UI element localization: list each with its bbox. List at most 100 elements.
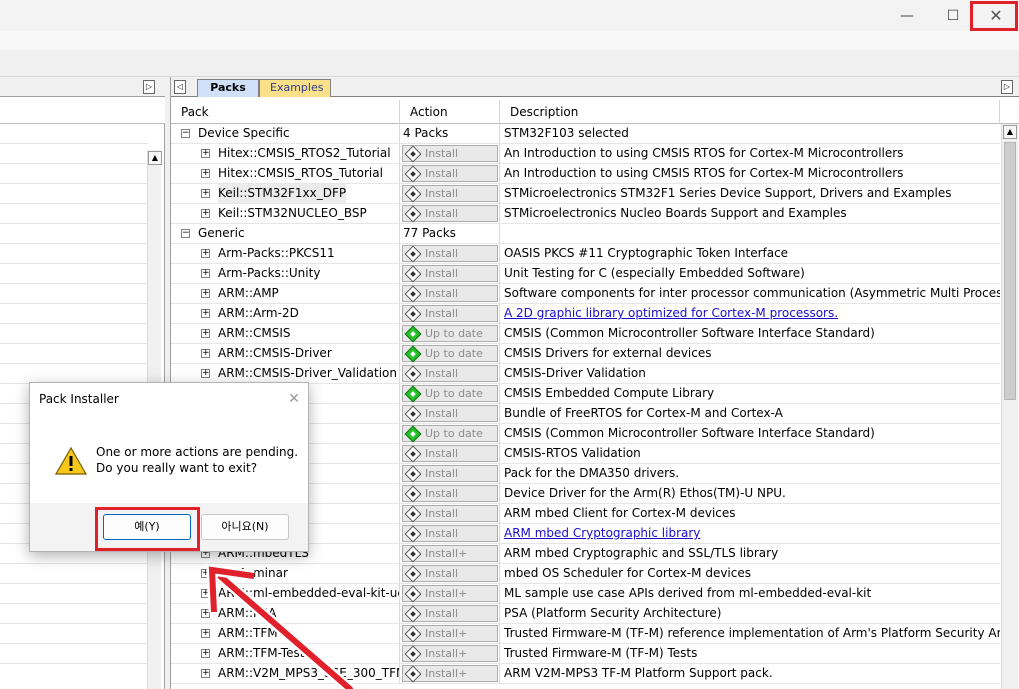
device-row[interactable] (0, 244, 148, 264)
device-row[interactable] (0, 184, 148, 204)
pack-action-button[interactable]: Up to date (402, 345, 498, 363)
column-action[interactable]: Action (400, 100, 500, 124)
expand-icon[interactable]: + (201, 169, 210, 178)
pack-name: ARM::CMSIS-Driver (218, 346, 332, 360)
scroll-up-icon[interactable]: ▲ (148, 151, 162, 165)
pack-row[interactable]: + ARM::CMSIS Up to date CMSIS (Common Micro… (171, 324, 1000, 344)
column-description[interactable]: Description (500, 100, 1000, 124)
pack-row[interactable]: + ARM::Arm-2D Install A 2D graphic library … (171, 304, 1000, 324)
device-row[interactable] (0, 584, 148, 604)
description-text: Bundle of FreeRTOS for Cortex-M and Cort… (504, 406, 783, 420)
pack-action-button[interactable]: Up to date (402, 385, 498, 403)
description-link[interactable]: A 2D graphic library optimized for Corte… (500, 304, 1000, 324)
expand-icon[interactable]: + (201, 269, 210, 278)
install-icon (404, 625, 422, 643)
no-button[interactable]: 아니요(N) (201, 514, 289, 540)
device-row[interactable] (0, 564, 148, 584)
up-to-date-icon (404, 425, 422, 443)
pack-action-button[interactable]: Install (402, 485, 498, 503)
device-row[interactable] (0, 224, 148, 244)
device-row[interactable] (0, 284, 148, 304)
pack-row[interactable]: + Keil::STM32F1xx_DFP Install STMicroelectr… (171, 184, 1000, 204)
device-row[interactable] (0, 324, 148, 344)
collapse-icon[interactable]: − (181, 229, 190, 238)
pack-action-button[interactable]: Install (402, 145, 498, 163)
device-row[interactable] (0, 124, 148, 144)
scroll-thumb[interactable] (1004, 142, 1016, 400)
expand-icon[interactable]: + (201, 209, 210, 218)
device-row[interactable] (0, 644, 148, 664)
pack-action-button[interactable]: Install+ (402, 665, 498, 683)
tab-scroll-left-icon[interactable]: ◁ (174, 80, 186, 94)
device-row[interactable] (0, 624, 148, 644)
device-row[interactable] (0, 204, 148, 224)
expand-icon[interactable]: + (201, 309, 210, 318)
packs-scrollbar[interactable]: ▲ (1001, 124, 1018, 689)
collapse-icon[interactable]: − (181, 129, 190, 138)
tab-scroll-right-icon[interactable]: ▷ (143, 80, 155, 94)
device-row[interactable] (0, 164, 148, 184)
pack-action-button[interactable]: Install (402, 465, 498, 483)
tab-examples[interactable]: Examples (259, 79, 331, 97)
pack-action-button[interactable]: Install (402, 305, 498, 323)
expand-icon[interactable]: + (201, 149, 210, 158)
pack-action-button[interactable]: Install (402, 405, 498, 423)
device-row[interactable] (0, 264, 148, 284)
device-row[interactable] (0, 144, 148, 164)
expand-icon[interactable]: + (201, 369, 210, 378)
tab-packs[interactable]: Packs (197, 79, 259, 97)
pack-action-button[interactable]: Up to date (402, 325, 498, 343)
pack-row[interactable]: − Device Specific 4 Packs STM32F103 selecte… (171, 124, 1000, 144)
pack-row[interactable]: + ARM::CMSIS-Driver Up to date CMSIS Driver… (171, 344, 1000, 364)
pack-action-button[interactable]: Install (402, 565, 498, 583)
action-label: Install (425, 527, 459, 540)
device-row[interactable] (0, 364, 148, 384)
action-label: Install+ (425, 547, 468, 560)
pack-action-button[interactable]: Install+ (402, 545, 498, 563)
expand-icon[interactable]: + (201, 249, 210, 258)
pack-action-button[interactable]: Install (402, 445, 498, 463)
description-link[interactable]: ARM mbed Cryptographic library (500, 524, 1000, 544)
expand-icon[interactable]: + (201, 349, 210, 358)
device-row[interactable] (0, 604, 148, 624)
pack-action-button[interactable]: Install (402, 245, 498, 263)
pack-action-button[interactable]: Install (402, 525, 498, 543)
pack-action-button[interactable]: Install (402, 505, 498, 523)
pack-row[interactable]: + Hitex::CMSIS_RTOS2_Tutorial Install An In… (171, 144, 1000, 164)
dialog-title-bar: Pack Installer ✕ (30, 383, 308, 415)
scroll-up-icon[interactable]: ▲ (1003, 125, 1017, 139)
packs-tab-strip: ◁ Packs Examples ▷ (171, 77, 1019, 97)
pack-row[interactable]: + ARM::AMP Install Software components for … (171, 284, 1000, 304)
pack-action-button[interactable]: Install (402, 365, 498, 383)
pack-row[interactable]: + ARM::CMSIS-Driver_Validation Install CMSI… (171, 364, 1000, 384)
pack-row[interactable]: + Arm-Packs::PKCS11 Install OASIS PKCS #11 … (171, 244, 1000, 264)
pack-action-button[interactable]: Install (402, 265, 498, 283)
column-pack[interactable]: Pack (171, 100, 400, 124)
description-text: Trusted Firmware-M (TF-M) reference impl… (504, 626, 1000, 640)
pack-action-button[interactable]: Install (402, 205, 498, 223)
pack-row[interactable]: + Arm-Packs::Unity Install Unit Testing for… (171, 264, 1000, 284)
pack-action-button[interactable]: Install+ (402, 625, 498, 643)
pack-row[interactable]: + Keil::STM32NUCLEO_BSP Install STMicroelec… (171, 204, 1000, 224)
pack-action-button[interactable]: Install+ (402, 645, 498, 663)
pack-action-button[interactable]: Up to date (402, 425, 498, 443)
device-row[interactable] (0, 344, 148, 364)
dialog-close-icon[interactable]: ✕ (284, 389, 304, 409)
pack-action-button[interactable]: Install (402, 285, 498, 303)
pack-action-button[interactable]: Install (402, 185, 498, 203)
expand-icon[interactable]: + (201, 289, 210, 298)
pack-row[interactable]: − Generic 77 Packs (171, 224, 1000, 244)
description-text: An Introduction to using CMSIS RTOS for … (504, 166, 904, 180)
install-icon (404, 545, 422, 563)
description-text: Pack for the DMA350 drivers. (504, 466, 680, 480)
expand-icon[interactable]: + (201, 189, 210, 198)
tab-scroll-right-icon[interactable]: ▷ (1001, 80, 1013, 94)
pack-row[interactable]: + Hitex::CMSIS_RTOS_Tutorial Install An Int… (171, 164, 1000, 184)
pack-action-button[interactable]: Install (402, 605, 498, 623)
expand-icon[interactable]: + (201, 329, 210, 338)
pack-action-button[interactable]: Install+ (402, 585, 498, 603)
device-row[interactable] (0, 304, 148, 324)
minimize-button[interactable]: — (884, 0, 930, 31)
description-text: ML sample use case APIs derived from ml-… (504, 586, 872, 600)
pack-action-button[interactable]: Install (402, 165, 498, 183)
